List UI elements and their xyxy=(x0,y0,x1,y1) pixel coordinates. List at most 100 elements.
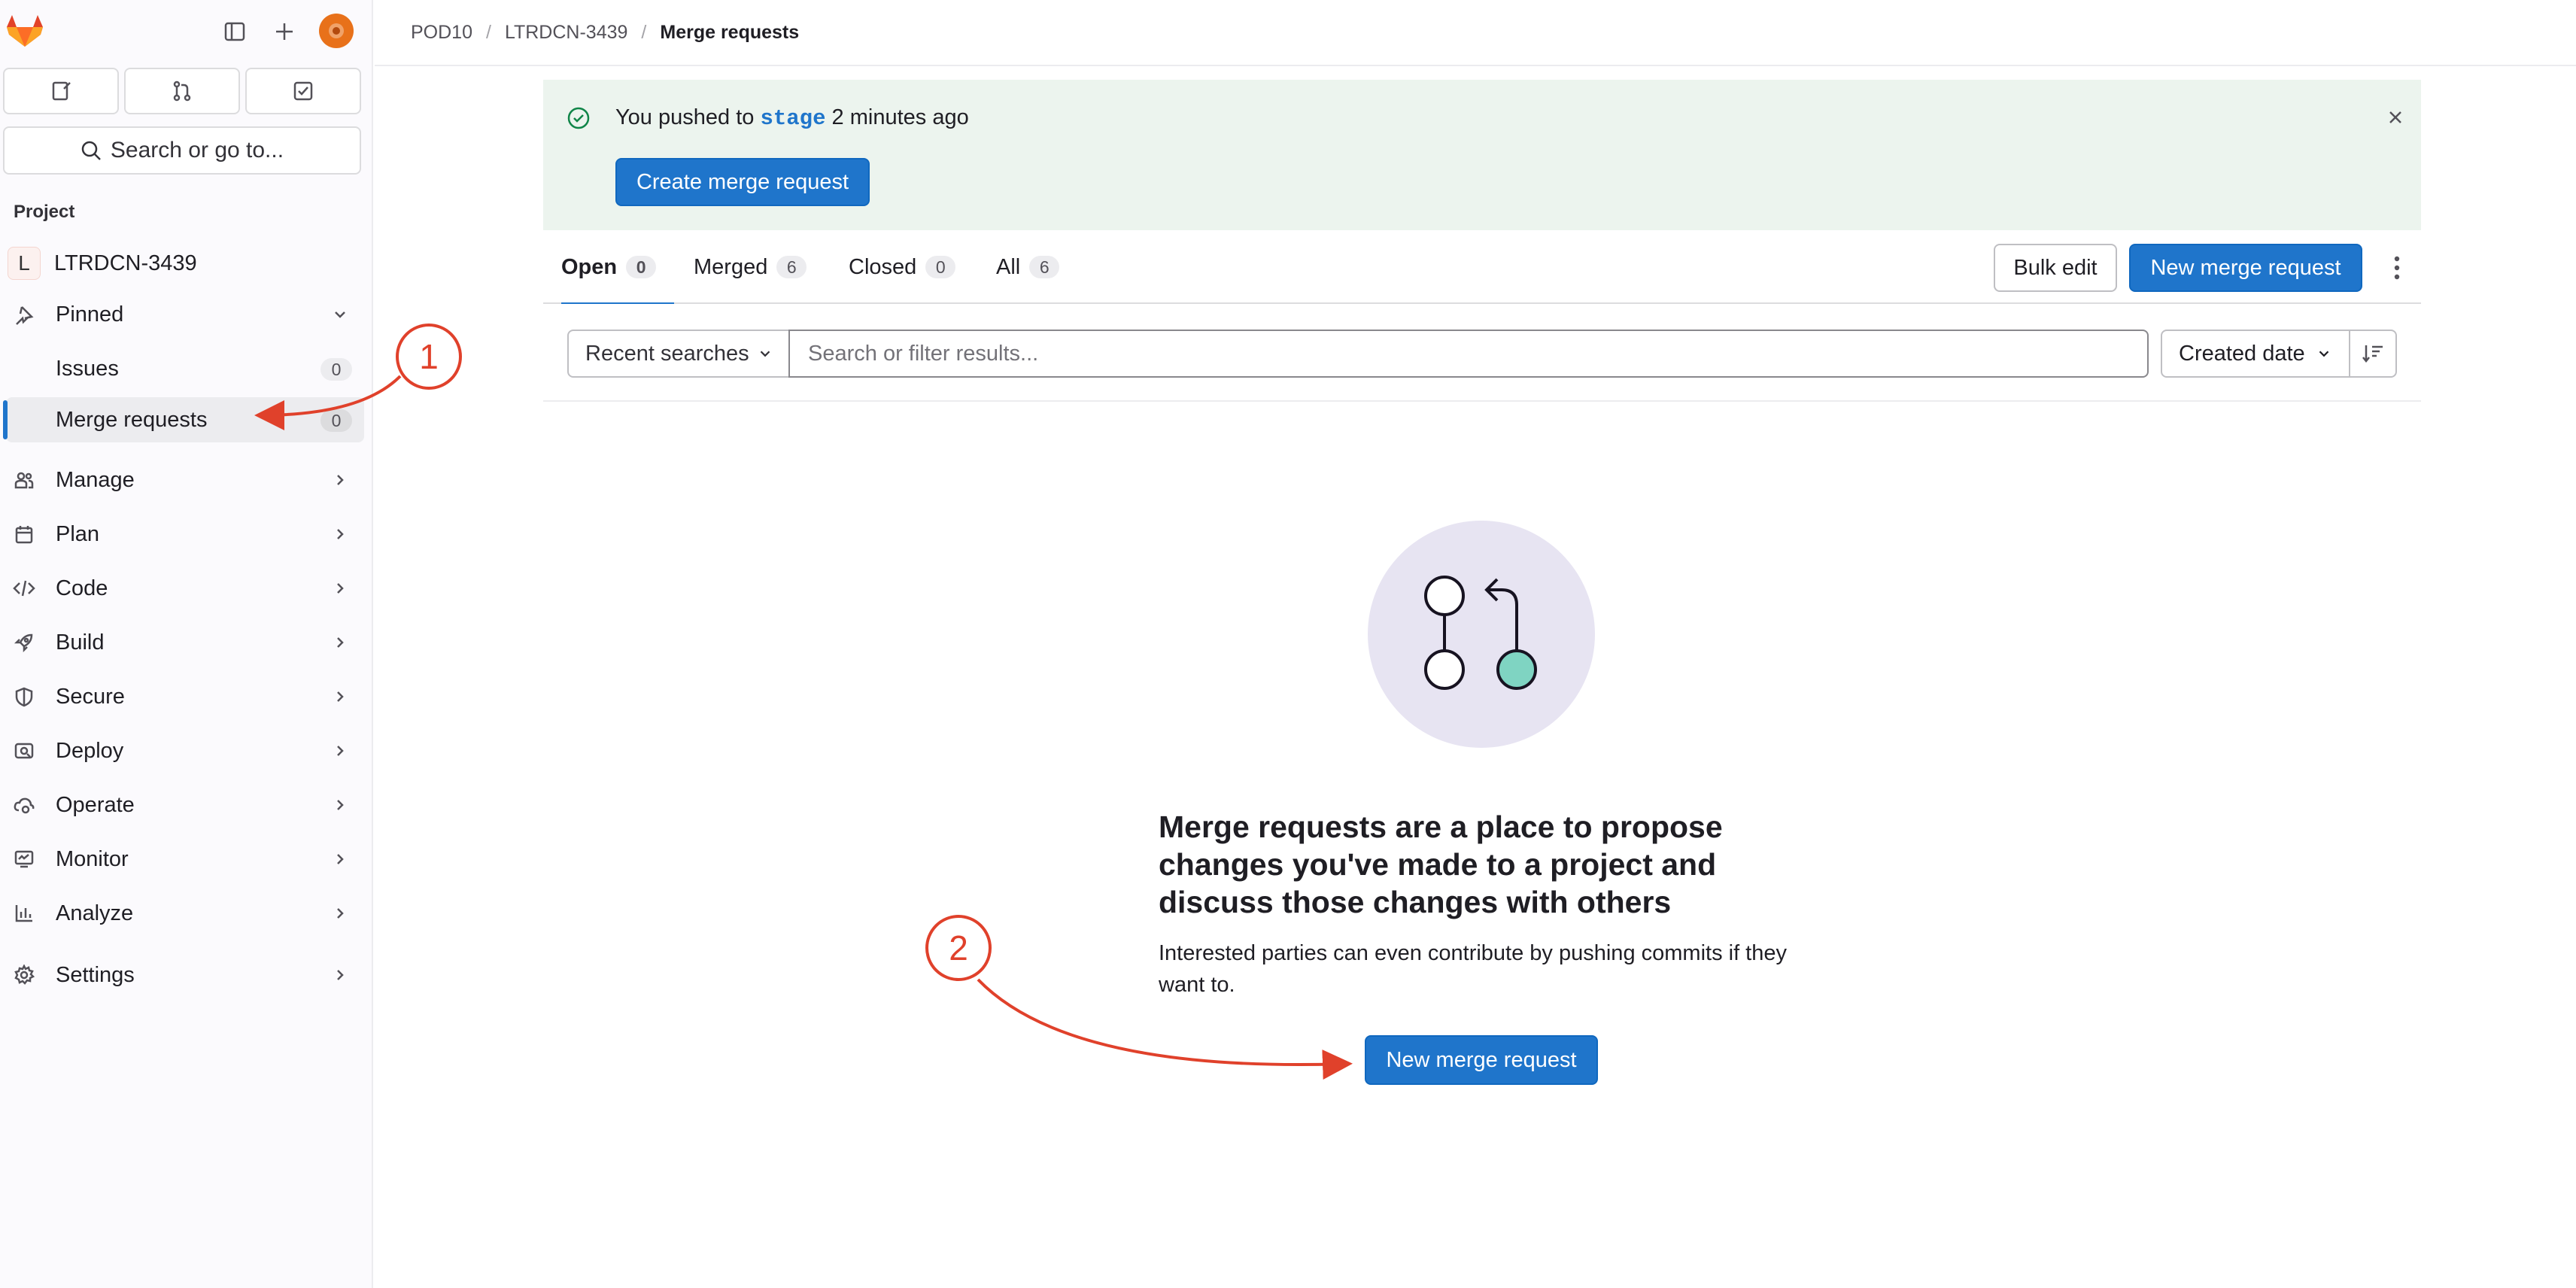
filter-bar: Recent searches Created date xyxy=(543,304,2421,402)
empty-state-description: Interested parties can even contribute b… xyxy=(1159,941,1787,997)
sidebar-item-settings[interactable]: Settings xyxy=(6,952,364,998)
tab-label: Merged xyxy=(694,254,768,279)
sidebar-pinned-toggle[interactable]: Pinned xyxy=(6,292,364,337)
chevron-right-icon xyxy=(331,904,349,922)
merge-requests-icon xyxy=(171,80,193,102)
create-merge-request-button[interactable]: Create merge request xyxy=(615,158,870,206)
calendar-icon xyxy=(12,522,36,546)
sidebar-project-link[interactable]: L LTRDCN-3439 xyxy=(6,242,364,284)
sidebar-item-plan[interactable]: Plan xyxy=(6,512,364,557)
tab-count-badge: 6 xyxy=(1029,256,1060,278)
shield-icon xyxy=(12,685,36,709)
chevron-right-icon xyxy=(331,966,349,984)
sidebar-toggle-icon[interactable] xyxy=(217,14,253,50)
sidebar-item-label: Manage xyxy=(56,467,135,492)
new-merge-request-header-button[interactable]: New merge request xyxy=(2129,244,2362,292)
gitlab-tanuki-icon[interactable] xyxy=(6,14,47,48)
new-merge-request-button[interactable]: New merge request xyxy=(1365,1035,1598,1085)
issues-shortcut-button[interactable] xyxy=(3,68,119,114)
chevron-down-icon xyxy=(757,345,773,362)
sidebar-item-label: Build xyxy=(56,630,105,655)
sidebar-item-secure[interactable]: Secure xyxy=(6,674,364,719)
sort-lowest-icon xyxy=(2361,342,2385,365)
sidebar-pinned-label: Pinned xyxy=(56,302,124,327)
breadcrumb-item-project[interactable]: LTRDCN-3439 xyxy=(505,22,627,44)
tab-label: Open xyxy=(561,254,618,279)
users-icon xyxy=(12,468,36,492)
tab-count-badge: 0 xyxy=(925,256,956,278)
sidebar-section-title: Project xyxy=(14,202,75,222)
project-avatar: L xyxy=(8,247,41,280)
breadcrumb-separator: / xyxy=(485,21,491,43)
tab-label: All xyxy=(996,254,1021,279)
sidebar: Search or go to... Project L LTRDCN-3439… xyxy=(0,0,373,1288)
sidebar-item-issues[interactable]: Issues 0 xyxy=(6,346,364,391)
pin-icon xyxy=(12,302,36,327)
sidebar-item-deploy[interactable]: Deploy xyxy=(6,728,364,773)
chevron-down-icon xyxy=(2316,345,2332,362)
breadcrumb-item-group[interactable]: POD10 xyxy=(411,22,472,44)
sidebar-item-label: Operate xyxy=(56,792,135,817)
chevron-right-icon xyxy=(331,579,349,597)
merge-request-tabs: Open 0 Merged 6 Closed 0 All 6 Bulk edit… xyxy=(543,230,2421,305)
chevron-right-icon xyxy=(331,633,349,652)
sidebar-item-label: Secure xyxy=(56,684,125,709)
tab-all[interactable]: All 6 xyxy=(996,230,1060,304)
annotation-marker-1: 1 xyxy=(396,324,462,390)
sort-direction-button[interactable] xyxy=(2349,330,2397,378)
user-avatar[interactable] xyxy=(319,14,354,48)
sidebar-item-label: Plan xyxy=(56,521,100,546)
merge-requests-shortcut-button[interactable] xyxy=(124,68,240,114)
sidebar-item-monitor[interactable]: Monitor xyxy=(6,837,364,882)
alert-branch-link[interactable]: stage xyxy=(760,106,825,131)
sidebar-item-build[interactable]: Build xyxy=(6,620,364,665)
alert-message: You pushed to stage 2 minutes ago xyxy=(615,105,969,131)
sidebar-item-label: Monitor xyxy=(56,846,129,871)
code-icon xyxy=(12,576,36,600)
sort-field-label: Created date xyxy=(2179,341,2305,366)
cloud-gear-icon xyxy=(12,793,36,817)
check-circle-icon xyxy=(566,105,591,131)
empty-state-title: Merge requests are a place to propose ch… xyxy=(1159,810,1723,919)
chevron-right-icon xyxy=(331,796,349,814)
close-icon[interactable] xyxy=(2380,102,2410,132)
sidebar-item-label: Code xyxy=(56,576,108,600)
alert-suffix: 2 minutes ago xyxy=(831,105,969,129)
sidebar-item-analyze[interactable]: Analyze xyxy=(6,891,364,936)
sidebar-item-merge-requests[interactable]: Merge requests 0 xyxy=(3,397,364,442)
more-actions-icon[interactable] xyxy=(2382,251,2412,284)
chevron-down-icon xyxy=(331,305,349,324)
sidebar-item-code[interactable]: Code xyxy=(6,566,364,611)
plus-icon[interactable] xyxy=(266,14,302,50)
search-icon xyxy=(80,140,102,161)
chevron-right-icon xyxy=(331,688,349,706)
issues-count-badge: 0 xyxy=(320,358,352,381)
project-name: LTRDCN-3439 xyxy=(54,251,197,275)
breadcrumb-item-current[interactable]: Merge requests xyxy=(660,22,799,44)
recent-searches-dropdown[interactable]: Recent searches xyxy=(567,330,790,378)
push-alert: You pushed to stage 2 minutes ago Create… xyxy=(543,80,2421,230)
sidebar-item-manage[interactable]: Manage xyxy=(6,457,364,503)
chevron-right-icon xyxy=(331,471,349,489)
tab-merged[interactable]: Merged 6 xyxy=(694,230,807,304)
bulk-edit-button[interactable]: Bulk edit xyxy=(1994,244,2117,292)
tab-closed[interactable]: Closed 0 xyxy=(849,230,956,304)
tab-count-badge: 0 xyxy=(626,256,657,278)
sidebar-item-label: Issues xyxy=(56,356,119,381)
search-label: Search or go to... xyxy=(110,138,284,163)
search-filter-input[interactable] xyxy=(788,330,2149,378)
sidebar-item-label: Merge requests xyxy=(56,407,208,432)
sidebar-item-label: Deploy xyxy=(56,738,124,763)
sidebar-item-operate[interactable]: Operate xyxy=(6,782,364,828)
chart-icon xyxy=(12,901,36,925)
search-or-go-to-button[interactable]: Search or go to... xyxy=(3,126,361,175)
tab-open[interactable]: Open 0 xyxy=(561,230,675,305)
chevron-right-icon xyxy=(331,850,349,868)
merge-requests-count-badge: 0 xyxy=(320,409,352,432)
alert-prefix: You pushed to xyxy=(615,105,755,129)
rocket-icon xyxy=(12,630,36,655)
todos-shortcut-button[interactable] xyxy=(245,68,361,114)
breadcrumb: POD10 / LTRDCN-3439 / Merge requests xyxy=(375,0,2576,66)
deploy-icon xyxy=(12,739,36,763)
sort-field-dropdown[interactable]: Created date xyxy=(2161,330,2350,378)
